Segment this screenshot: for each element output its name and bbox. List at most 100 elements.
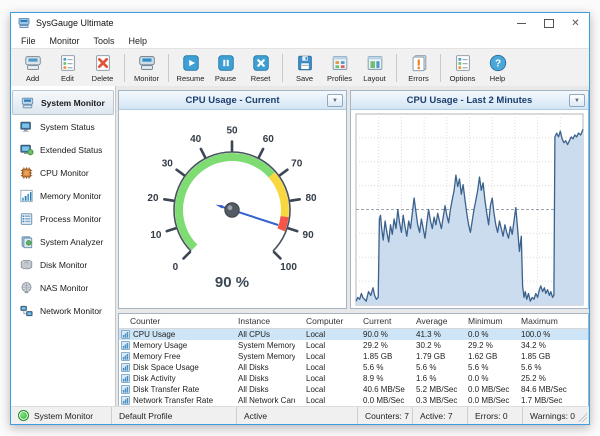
table-cell: 41.3 % [405,330,457,339]
chart-panel-menu-button[interactable]: ▼ [569,94,585,107]
table-cell: 0.0 % [457,330,510,339]
table-cell: 5.6 % [457,363,510,372]
sidebar: System Monitor System Status Extended St… [11,86,116,407]
counter-chart-icon [121,352,130,361]
sidebar-item-nas-monitor[interactable]: NAS Monitor [12,276,114,299]
menu-bar: File Monitor Tools Help [11,33,589,48]
table-cell: 5.2 MB/Sec [405,385,457,394]
counter-chart-icon [121,330,130,339]
column-header-computer[interactable]: Computer [295,316,352,326]
table-row[interactable]: Disk Space UsageAll DisksLocal5.6 %5.6 %… [119,362,588,373]
add-button[interactable]: Add [15,53,50,83]
table-cell: All Disks [227,374,295,383]
svg-text:10: 10 [150,230,162,241]
svg-text:40: 40 [190,134,202,145]
sidebar-item-system-status[interactable]: System Status [12,115,114,138]
pause-button[interactable]: Pause [208,53,243,83]
layout-button[interactable]: Layout [357,53,392,83]
chart-panel-title: CPU Usage - Last 2 Minutes [407,95,533,106]
main-area: CPU Usage - Current ▼ 010203040506070809… [116,86,589,407]
help-button[interactable]: ? Help [480,53,515,83]
gauge-panel-menu-button[interactable]: ▼ [327,94,343,107]
counter-chart-icon [121,374,130,383]
errors-button[interactable]: Errors [401,53,436,83]
column-header-instance[interactable]: Instance [227,316,295,326]
save-icon [295,53,315,73]
disk-monitor-icon [17,257,35,273]
table-cell: All CPUs [227,330,295,339]
svg-text:100: 100 [280,262,297,273]
table-cell: 1.85 GB [352,352,405,361]
status-profile: Default Profile [111,407,236,424]
table-cell: 1.7 MB/Sec [510,396,588,405]
table-row[interactable]: Disk ActivityAll DisksLocal8.9 %1.6 %0.0… [119,373,588,384]
resize-grip[interactable] [578,413,587,422]
edit-button[interactable]: Edit [50,53,85,83]
delete-button[interactable]: Delete [85,53,120,83]
table-row[interactable]: Memory FreeSystem MemoryLocal1.85 GB1.79… [119,351,588,362]
sidebar-item-system-analyzer[interactable]: System Analyzer [12,230,114,253]
options-button[interactable]: Options [445,53,480,83]
menu-tools[interactable]: Tools [87,36,122,46]
sidebar-item-memory-monitor[interactable]: Memory Monitor [12,184,114,207]
table-cell: Network Transfer Rate [119,396,227,405]
table-cell: 0.0 MB/Sec [457,396,510,405]
table-cell: 0.0 % [457,374,510,383]
network-monitor-icon [17,303,35,319]
counter-chart-icon [121,396,130,405]
column-header-average[interactable]: Average [405,316,457,326]
save-button[interactable]: Save [287,53,322,83]
cpu-history-chart [351,110,588,309]
sidebar-item-network-monitor[interactable]: Network Monitor [12,299,114,322]
pause-icon [216,53,236,73]
table-row[interactable]: Disk Transfer RateAll DisksLocal40.6 MB/… [119,384,588,395]
svg-text:90: 90 [303,230,315,241]
column-header-maximum[interactable]: Maximum [510,316,588,326]
table-cell: 29.2 % [352,341,405,350]
system-monitor-icon [18,95,36,111]
table-row[interactable]: Network Transfer RateAll Network CardsLo… [119,395,588,406]
menu-help[interactable]: Help [122,36,155,46]
maximize-button[interactable] [535,13,562,33]
status-errors: Errors: 0 [467,407,522,424]
table-cell: 90.0 % [352,330,405,339]
table-row[interactable]: Memory UsageSystem MemoryLocal29.2 %30.2… [119,340,588,351]
table-row[interactable]: CPU UsageAll CPUsLocal90.0 %41.3 %0.0 %1… [119,329,588,340]
status-bar: System Monitor Default Profile Active Co… [11,406,589,424]
close-button[interactable]: ✕ [562,13,589,33]
table-cell: CPU Usage [119,330,227,339]
minimize-button[interactable] [508,13,535,33]
table-cell: 1.62 GB [457,352,510,361]
table-cell: 1.79 GB [405,352,457,361]
column-header-counter[interactable]: Counter [119,316,227,326]
sidebar-item-process-monitor[interactable]: Process Monitor [12,207,114,230]
layout-icon [365,53,385,73]
gauge-panel-header: CPU Usage - Current ▼ [119,91,346,110]
options-icon [453,53,473,73]
column-header-current[interactable]: Current [352,316,405,326]
reset-icon [251,53,271,73]
profiles-button[interactable]: Profiles [322,53,357,83]
toolbar-separator [440,54,441,82]
chart-panel: CPU Usage - Last 2 Minutes ▼ [350,90,589,309]
menu-monitor[interactable]: Monitor [43,36,87,46]
table-cell: 30.2 % [405,341,457,350]
reset-button[interactable]: Reset [243,53,278,83]
table-cell: 0.0 MB/Sec [352,396,405,405]
window-title: SysGauge Ultimate [36,18,114,28]
resume-button[interactable]: Resume [173,53,208,83]
table-cell: Local [295,341,352,350]
counter-chart-icon [121,341,130,350]
counter-chart-icon [121,363,130,372]
sidebar-item-system-monitor[interactable]: System Monitor [12,90,114,115]
sidebar-item-disk-monitor[interactable]: Disk Monitor [12,253,114,276]
menu-file[interactable]: File [14,36,43,46]
sidebar-item-cpu-monitor[interactable]: CPU Monitor [12,161,114,184]
monitor-button[interactable]: Monitor [129,53,164,83]
memory-monitor-icon [17,188,35,204]
sidebar-item-extended-status[interactable]: Extended Status [12,138,114,161]
column-header-minimum[interactable]: Minimum [457,316,510,326]
table-cell: 40.6 MB/Sec [352,385,405,394]
toolbar-separator [168,54,169,82]
table-cell: Local [295,352,352,361]
